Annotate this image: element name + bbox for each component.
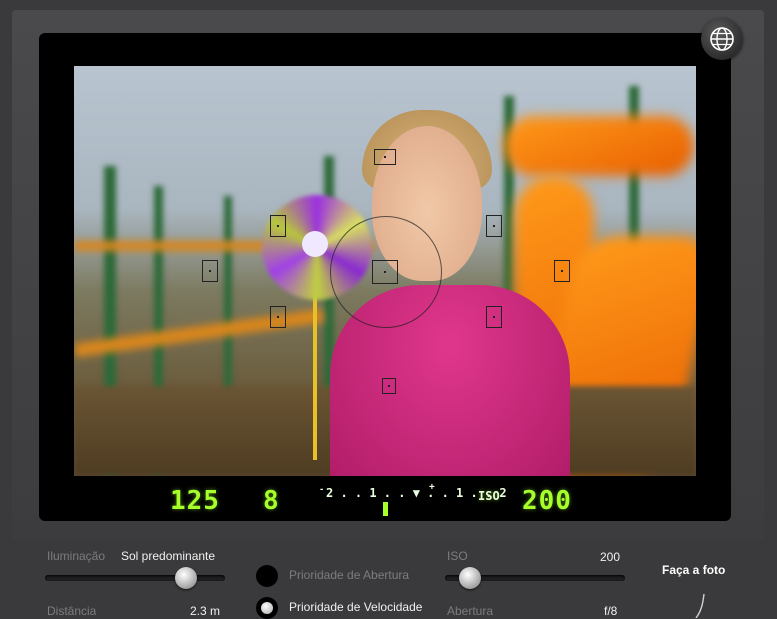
meter-indicator: [383, 502, 388, 516]
shutter-priority-label[interactable]: Prioridade de Velocidade: [289, 600, 422, 614]
control-panel: Iluminação Sol predominante Distância 2.…: [0, 540, 777, 619]
language-button[interactable]: [701, 18, 743, 60]
iso-value: 200: [600, 550, 621, 564]
shutter-readout: 125: [170, 486, 220, 516]
iso-slider-knob[interactable]: [459, 567, 481, 589]
iso-display-label: ISO: [478, 489, 500, 503]
aperture-priority-label[interactable]: Prioridade de Abertura: [289, 568, 409, 582]
meter-plus-sign: +: [429, 482, 435, 493]
hand-pointer-icon: [695, 593, 705, 618]
distance-value: 2.3 m: [190, 604, 221, 618]
lighting-slider-knob[interactable]: [175, 567, 197, 589]
iso-readout: 200: [522, 486, 572, 516]
take-photo-button[interactable]: Faça a foto: [662, 563, 725, 577]
aperture-priority-radio[interactable]: [256, 565, 278, 587]
shutter-priority-radio[interactable]: [256, 597, 278, 619]
distance-label: Distância: [47, 604, 97, 618]
aperture-readout: 8: [263, 486, 280, 516]
iso-label: ISO: [447, 549, 468, 563]
lighting-value: Sol predominante: [121, 549, 216, 563]
aperture-value: f/8: [604, 604, 618, 618]
lighting-label: Iluminação: [47, 549, 106, 563]
scene-photo: [74, 66, 696, 476]
exposure-meter: - 2 . . 1 . . ▼ . . 1 . . 2 +: [320, 482, 507, 516]
aperture-label: Abertura: [447, 604, 494, 618]
globe-icon: [710, 27, 734, 51]
lighting-slider-track[interactable]: [45, 575, 225, 581]
meter-minus-sign: -: [320, 484, 324, 495]
